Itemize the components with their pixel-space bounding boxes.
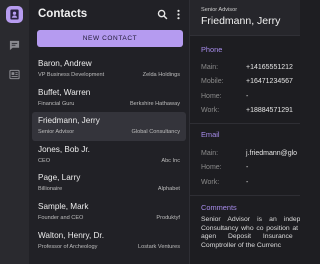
field-label: Home:: [201, 93, 222, 100]
contact-list-item[interactable]: Walton, Henry, Dr. Professor of Archeolog…: [32, 227, 186, 256]
contact-role: CEO: [38, 157, 51, 164]
field-label: Main:: [201, 150, 219, 157]
contact-company: Alphabet: [157, 186, 180, 193]
contact-subline: Senior Advisor Global Consultancy: [38, 129, 180, 135]
contacts-title: Contacts: [38, 8, 88, 20]
contact-role: Billionaire: [38, 186, 63, 193]
phone-work-field[interactable]: Work: +18884571291: [201, 107, 293, 114]
email-section-title: Email: [201, 130, 220, 139]
detail-name: Friedmann, Jerry: [201, 15, 281, 27]
email-main-field[interactable]: Main: j.friedmann@glo: [201, 150, 297, 157]
new-contact-button[interactable]: NEW CONTACT: [37, 30, 183, 47]
contact-role: Founder and CEO: [38, 214, 84, 221]
chat-icon[interactable]: [6, 37, 23, 54]
contact-role: Senior Advisor: [38, 129, 75, 136]
contact-name: Friedmann, Jerry: [38, 116, 100, 126]
phone-home-field[interactable]: Home: -: [201, 93, 248, 100]
comments-text: Senior Advisor is an indepe Global Consu…: [201, 216, 300, 249]
contact-company: Zelda Holdings: [142, 72, 180, 78]
nav-rail: [0, 0, 29, 264]
phone-main-field[interactable]: Main: +14165551212: [201, 64, 293, 71]
field-value: -: [246, 164, 249, 171]
divider: [190, 195, 300, 196]
contact-name: Baron, Andrew: [38, 59, 92, 68]
field-label: Work:: [201, 179, 220, 186]
contact-role: Financial Guru: [38, 100, 75, 107]
contact-detail: Senior Advisor Friedmann, Jerry Phone Ma…: [190, 0, 300, 264]
contact-subline: VP Business Development Zelda Holdings: [38, 72, 180, 78]
field-label: Work:: [201, 107, 220, 114]
contact-list-item[interactable]: Baron, Andrew VP Business Development Zeld…: [32, 55, 186, 84]
field-label: Mobile:: [201, 78, 224, 85]
contact-name: Buffet, Warren: [38, 87, 91, 97]
contact-company: Global Consultancy: [131, 129, 180, 136]
field-value: +16471234567: [246, 78, 293, 85]
email-home-field[interactable]: Home: -: [201, 164, 248, 171]
contact-company: Lostark Ventures: [138, 243, 180, 250]
contact-list-item[interactable]: Friedmann, Jerry Senior Advisor Global Con…: [32, 112, 186, 141]
contact-subline: CEO Abc Inc: [38, 158, 180, 164]
contact-subline: Founder and CEO Produktyf: [38, 215, 180, 221]
email-work-field[interactable]: Work: -: [201, 179, 248, 186]
field-value: j.friedmann@glo: [246, 150, 298, 157]
contact-list: Baron, Andrew VP Business Development Zeld…: [32, 55, 186, 255]
contact-role: Professor of Archeology: [38, 243, 98, 250]
field-value: +14165551212: [246, 64, 293, 71]
field-label: Home:: [201, 164, 222, 171]
detail-header: Senior Advisor Friedmann, Jerry: [190, 0, 300, 36]
field-value: +18884571291: [246, 107, 293, 114]
contact-company: Produktyf: [156, 214, 180, 221]
contacts-panel: Contacts NEW CONTACT Baron, Andrew VP Bus…: [29, 0, 190, 264]
phone-section-title: Phone: [201, 45, 223, 54]
news-icon[interactable]: [6, 66, 23, 83]
search-icon[interactable]: [156, 8, 168, 20]
more-vert-icon[interactable]: [172, 8, 184, 20]
contact-subline: Financial Guru Berkshire Hathaway: [38, 101, 180, 107]
contact-subline: Billionaire Alphabet: [38, 186, 180, 192]
field-value: -: [246, 93, 249, 100]
contact-name: Walton, Henry, Dr.: [38, 230, 104, 240]
field-value: -: [246, 179, 249, 186]
contact-name: Jones, Bob Jr.: [38, 144, 90, 154]
comments-section-title: Comments: [201, 203, 237, 212]
divider: [190, 123, 300, 124]
contact-company: Abc Inc: [161, 157, 180, 164]
contact-list-item[interactable]: Jones, Bob Jr. CEO Abc Inc: [32, 141, 186, 170]
contact-name: Page, Larry: [38, 173, 81, 183]
contact-list-item[interactable]: Buffet, Warren Financial Guru Berkshire Ha…: [32, 84, 186, 113]
phone-mobile-field[interactable]: Mobile: +16471234567: [201, 78, 293, 85]
contact-list-item[interactable]: Sample, Mark Founder and CEO Produktyf: [32, 198, 186, 227]
detail-role: Senior Advisor: [201, 7, 238, 13]
contact-subline: Professor of Archeology Lostark Ventures: [38, 244, 180, 250]
contact-company: Berkshire Hathaway: [129, 100, 180, 107]
contacts-icon[interactable]: [6, 6, 23, 23]
contact-role: VP Business Development: [38, 72, 105, 78]
field-label: Main:: [201, 64, 219, 71]
contact-list-item[interactable]: Page, Larry Billionaire Alphabet: [32, 169, 186, 198]
contact-name: Sample, Mark: [38, 201, 89, 211]
